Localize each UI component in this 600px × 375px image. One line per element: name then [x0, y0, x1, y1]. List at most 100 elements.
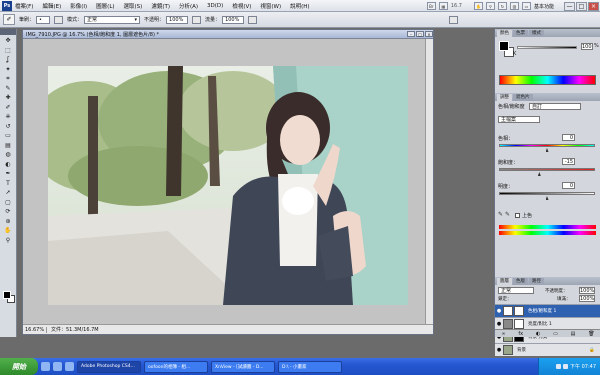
eye-icon[interactable]: ●: [495, 321, 503, 327]
3d-orbit-icon[interactable]: ⊛: [2, 218, 15, 227]
trash-icon[interactable]: 🗑: [588, 331, 594, 337]
eyedropper-icon[interactable]: ✎: [2, 85, 15, 94]
new-group-icon[interactable]: ▭: [553, 331, 558, 337]
tab-layers[interactable]: 圖層: [497, 278, 512, 285]
adjustment-layer-icon[interactable]: ◐: [536, 331, 540, 337]
tab-paths[interactable]: 路徑: [529, 278, 544, 285]
bridge-icon[interactable]: Br: [426, 2, 436, 10]
doc-maximize-button[interactable]: □: [416, 31, 424, 37]
menu-window[interactable]: 視窗(W): [260, 2, 281, 10]
color-panel-fg-swatch[interactable]: [499, 41, 509, 51]
photo-image[interactable]: [48, 66, 408, 305]
layer-opacity-input[interactable]: 100%: [579, 287, 595, 294]
doc-minimize-button[interactable]: –: [407, 31, 415, 37]
3d-rotate-icon[interactable]: ⟳: [2, 208, 15, 217]
document-scrollbar[interactable]: [425, 39, 433, 325]
eye-icon[interactable]: ●: [495, 308, 503, 314]
shape-icon[interactable]: ▢: [2, 199, 15, 208]
workspace-switcher[interactable]: 基本功能: [534, 3, 554, 10]
path-select-icon[interactable]: ➚: [2, 189, 15, 198]
mode-select[interactable]: 正常 ▾: [84, 15, 141, 24]
canvas-area[interactable]: [23, 39, 426, 325]
hue-slider[interactable]: [499, 144, 595, 147]
status-doc-size[interactable]: 文件：51.3M/16.7M: [47, 326, 99, 333]
arrange-icon[interactable]: ▥: [509, 2, 519, 10]
saturation-slider[interactable]: [499, 168, 595, 171]
tools-panel-header[interactable]: [0, 29, 16, 35]
stamp-icon[interactable]: ⎈: [2, 113, 15, 122]
tab-channels[interactable]: 色版: [513, 278, 528, 285]
status-zoom[interactable]: 16.67%: [23, 326, 47, 333]
menu-edit[interactable]: 編輯(E): [42, 2, 61, 10]
menu-help[interactable]: 說明(H): [290, 2, 309, 10]
start-button[interactable]: 開始: [0, 358, 38, 375]
tab-styles[interactable]: 樣式: [529, 30, 544, 37]
quicklaunch-media-icon[interactable]: [65, 362, 74, 371]
preset-select[interactable]: 自訂: [529, 103, 581, 110]
quicklaunch-desktop-icon[interactable]: [53, 362, 62, 371]
tab-swatches[interactable]: 色票: [513, 30, 528, 37]
mask-thumb[interactable]: [514, 306, 524, 316]
menu-3d[interactable]: 3D(D): [207, 3, 223, 9]
pressure-opacity-icon[interactable]: [192, 15, 202, 24]
new-layer-icon[interactable]: ▤: [571, 331, 576, 337]
task-xnview[interactable]: XnView - [試讀圖 - D...: [211, 360, 275, 373]
k-slider[interactable]: [517, 46, 577, 49]
colorize-checkbox[interactable]: 上色: [515, 212, 532, 219]
layer-style-icon[interactable]: fx: [518, 331, 523, 337]
gradient-icon[interactable]: ▤: [2, 142, 15, 151]
edit-range-select[interactable]: 主檔案: [498, 116, 540, 123]
opacity-input[interactable]: 100%: [166, 15, 189, 24]
brush-panel-toggle-icon[interactable]: [54, 15, 64, 24]
document-title-bar[interactable]: IMG_7910.JPG @ 16.7% (色相/飽和度 1, 圖層遮色片/8)…: [23, 30, 433, 39]
color-spectrum[interactable]: [499, 75, 596, 85]
tab-masks[interactable]: 遮色片: [513, 94, 533, 101]
brush-icon[interactable]: ✐: [2, 104, 15, 113]
flow-input[interactable]: 100%: [222, 15, 245, 24]
extras-icon[interactable]: ▦: [438, 2, 448, 10]
tray-network-icon[interactable]: [556, 364, 561, 369]
lightness-slider[interactable]: [499, 192, 595, 195]
clock[interactable]: 下午 07:47: [570, 363, 596, 370]
minimize-button[interactable]: —: [564, 1, 575, 11]
doc-close-button[interactable]: ×: [425, 31, 433, 37]
menu-view[interactable]: 檢視(V): [232, 2, 251, 10]
eraser-icon[interactable]: ▭: [2, 132, 15, 141]
saturation-value-input[interactable]: -15: [562, 158, 575, 165]
k-value-input[interactable]: 100: [581, 43, 593, 50]
crop-icon[interactable]: ⌗: [2, 75, 15, 84]
saturation-slider-thumb[interactable]: [537, 172, 541, 176]
screen-mode-icon[interactable]: ▭: [521, 2, 531, 10]
menu-analysis[interactable]: 分析(A): [179, 2, 198, 10]
hand-tool-icon[interactable]: ✋: [473, 2, 483, 10]
rotate-view-icon[interactable]: ↻: [497, 2, 507, 10]
lasso-icon[interactable]: ʆ: [2, 56, 15, 65]
hue-slider-thumb[interactable]: [545, 148, 549, 152]
zoom-level[interactable]: 16.7: [451, 3, 462, 9]
healing-icon[interactable]: ✚: [2, 94, 15, 103]
task-browser[interactable]: oofoon的相簿 - 相...: [144, 360, 208, 373]
layer-row-hue-sat[interactable]: ● 色相/飽和度 1: [495, 304, 600, 317]
blend-mode-select[interactable]: 正常: [498, 287, 534, 294]
lightness-value-input[interactable]: 0: [562, 182, 575, 189]
eyedropper-icon[interactable]: ✎: [498, 211, 503, 218]
hand-icon[interactable]: ✋: [2, 227, 15, 236]
zoom-icon[interactable]: ⚲: [2, 237, 15, 246]
history-brush-icon[interactable]: ↺: [2, 123, 15, 132]
brush-size-picker[interactable]: •: [36, 15, 51, 24]
menu-image[interactable]: 影像(I): [70, 2, 87, 10]
magic-wand-icon[interactable]: ✦: [2, 66, 15, 75]
quicklaunch-ie-icon[interactable]: [41, 362, 50, 371]
menu-file[interactable]: 檔案(F): [15, 2, 33, 10]
lightness-slider-thumb[interactable]: [545, 196, 549, 200]
tool-preset-icon[interactable]: ✐: [3, 14, 15, 25]
type-icon[interactable]: T: [2, 180, 15, 189]
marquee-icon[interactable]: ⬚: [2, 47, 15, 56]
link-layers-icon[interactable]: ∞: [501, 331, 505, 337]
move-icon[interactable]: ✥: [2, 37, 15, 46]
blur-icon[interactable]: ◍: [2, 151, 15, 160]
tab-adjustments[interactable]: 調整: [497, 94, 512, 101]
foreground-color-swatch[interactable]: [3, 291, 11, 299]
clone-source-panel-icon[interactable]: [449, 15, 459, 24]
maximize-button[interactable]: □: [576, 1, 587, 11]
